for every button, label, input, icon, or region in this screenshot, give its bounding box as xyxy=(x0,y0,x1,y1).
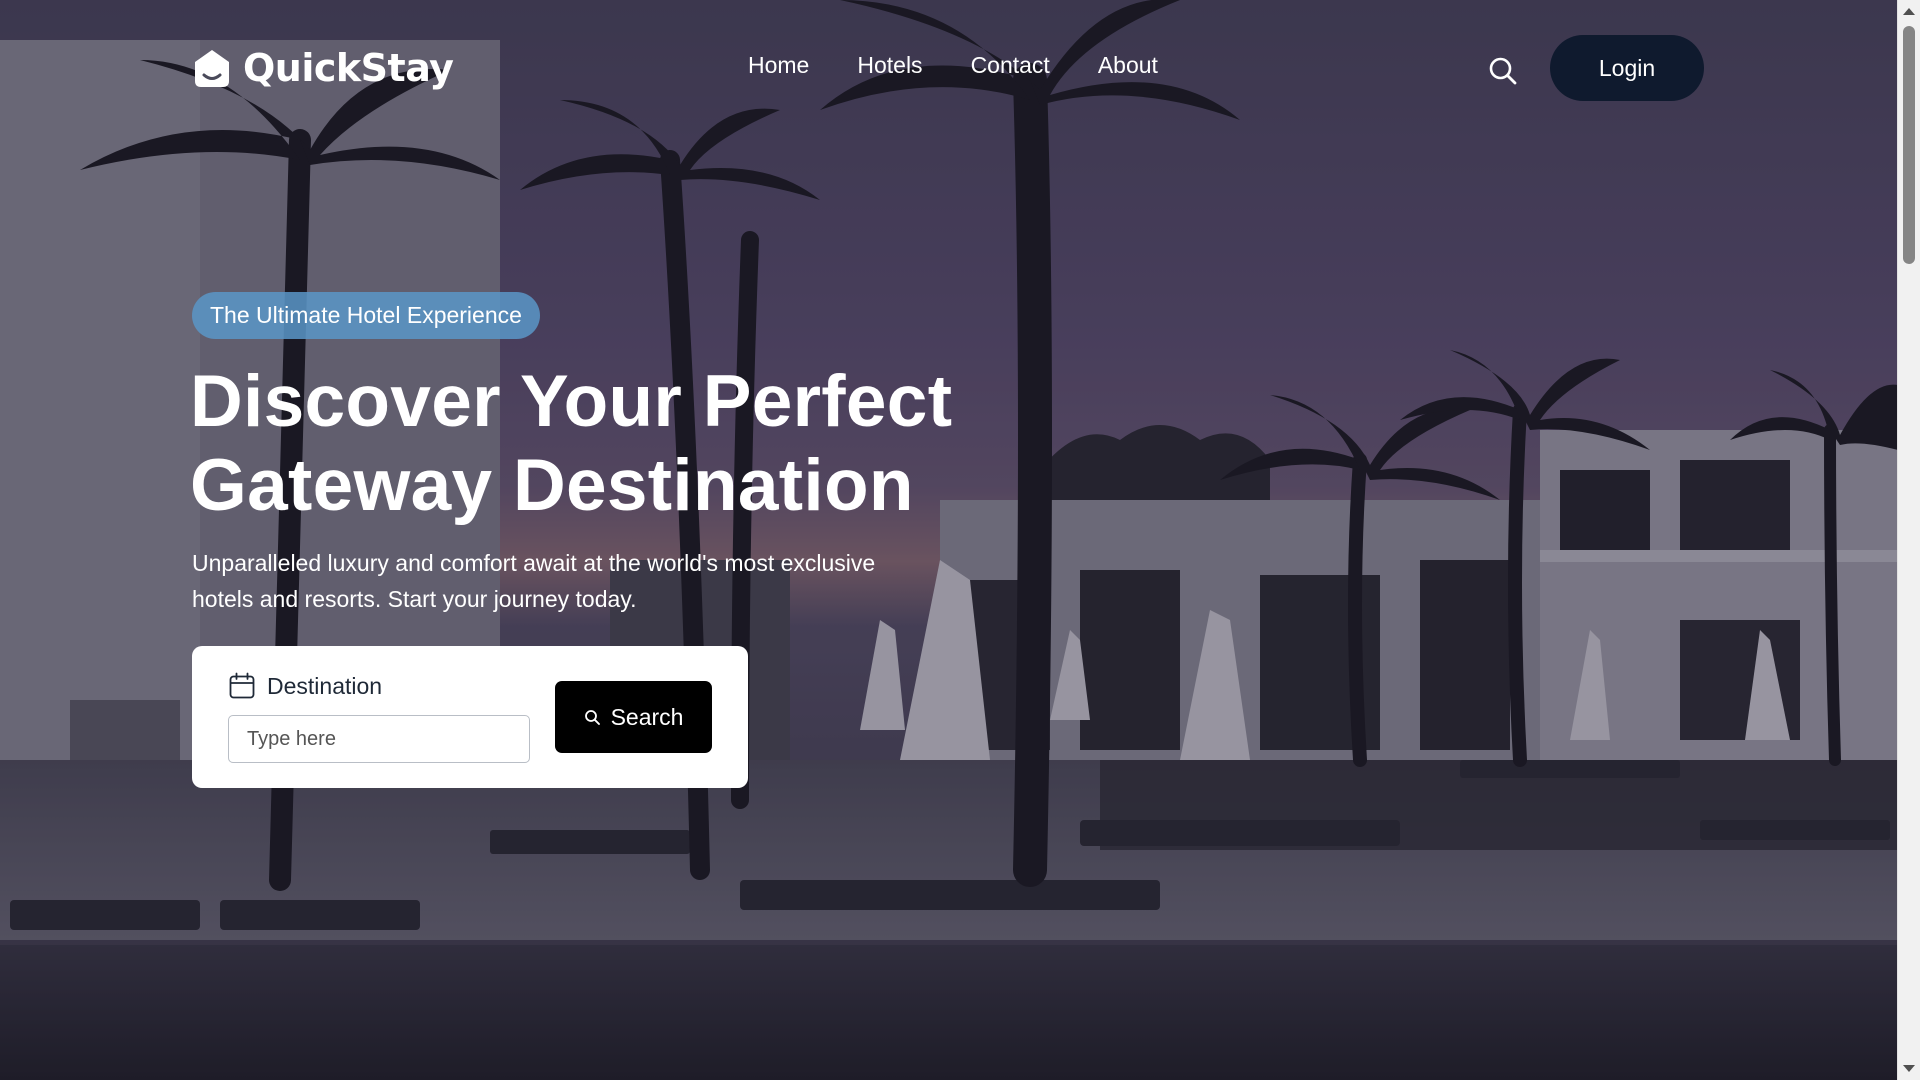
hero-background-image xyxy=(0,0,1898,1080)
search-icon[interactable] xyxy=(1488,56,1518,86)
scroll-up-arrow-icon[interactable] xyxy=(1903,8,1915,15)
scroll-down-arrow-icon[interactable] xyxy=(1903,1065,1915,1072)
hero-title-line-1: Discover Your Perfect xyxy=(190,361,953,442)
nav-link-home[interactable]: Home xyxy=(748,52,809,79)
hero-subtitle: Unparalleled luxury and comfort await at… xyxy=(192,550,876,612)
main-nav: Home Hotels Contact About xyxy=(748,52,1158,79)
page: QuickStay Home Hotels Contact About Logi… xyxy=(0,0,1920,1080)
search-button[interactable]: Search xyxy=(555,681,712,753)
destination-label-row: Destination xyxy=(228,672,382,700)
nav-link-contact[interactable]: Contact xyxy=(971,52,1050,79)
hero-title: Discover Your Perfect Gateway Destinatio… xyxy=(190,360,1010,528)
page-scrollbar[interactable] xyxy=(1897,0,1920,1080)
login-button[interactable]: Login xyxy=(1550,35,1704,101)
scrollbar-thumb[interactable] xyxy=(1903,26,1915,264)
destination-label: Destination xyxy=(267,672,383,699)
nav-link-hotels[interactable]: Hotels xyxy=(857,52,922,79)
search-icon xyxy=(584,709,600,725)
search-button-label: Search xyxy=(610,703,684,730)
destination-input[interactable] xyxy=(228,715,530,763)
hero-title-line-2: Gateway Destination xyxy=(190,445,914,526)
destination-search-card: Destination Search xyxy=(192,646,748,788)
brand-logo[interactable]: QuickStay xyxy=(191,46,454,90)
brand-name: QuickStay xyxy=(243,46,454,90)
nav-link-about[interactable]: About xyxy=(1098,52,1158,79)
hero-badge: The Ultimate Hotel Experience xyxy=(192,292,540,339)
house-smile-icon xyxy=(195,50,229,87)
calendar-icon xyxy=(229,672,255,699)
